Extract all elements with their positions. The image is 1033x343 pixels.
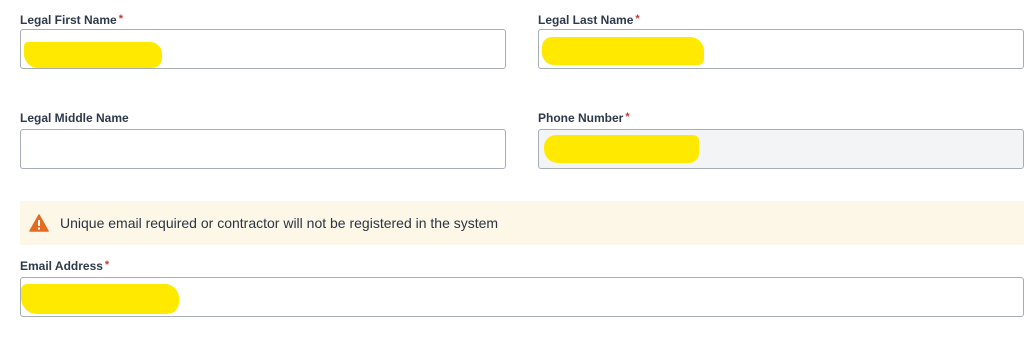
email-field: Email Address *: [20, 258, 1024, 317]
last-name-input[interactable]: [538, 29, 1024, 69]
required-marker: *: [635, 13, 640, 25]
alert-message: Unique email required or contractor will…: [60, 215, 499, 231]
email-input[interactable]: [20, 277, 1024, 317]
contractor-form: Legal First Name * Legal Last Name * Legal…: [0, 0, 1033, 343]
first-name-label-text: Legal First Name: [20, 13, 117, 27]
email-label: Email Address *: [20, 258, 1024, 274]
redaction-mark: [542, 37, 704, 65]
first-name-field: Legal First Name *: [20, 12, 506, 69]
last-name-field: Legal Last Name *: [538, 12, 1024, 69]
middle-name-label: Legal Middle Name: [20, 110, 506, 126]
last-name-label-text: Legal Last Name: [538, 13, 634, 27]
email-warning-alert: Unique email required or contractor will…: [20, 201, 1024, 245]
required-marker: *: [104, 259, 110, 271]
redaction-mark: [544, 135, 699, 163]
first-name-input[interactable]: [20, 29, 506, 69]
middle-name-label-text: Legal Middle Name: [20, 111, 129, 125]
redaction-mark: [21, 284, 179, 314]
first-name-label: Legal First Name *: [20, 12, 506, 28]
last-name-label: Legal Last Name *: [538, 12, 1024, 28]
middle-name-input[interactable]: [20, 129, 506, 169]
phone-label: Phone Number *: [538, 110, 1024, 126]
warning-icon: [29, 214, 49, 232]
required-marker: *: [118, 13, 123, 25]
phone-input[interactable]: [538, 129, 1024, 169]
required-marker: *: [625, 111, 630, 123]
phone-label-text: Phone Number: [538, 111, 624, 125]
email-label-text: Email Address: [20, 259, 103, 273]
redaction-mark: [24, 42, 162, 68]
middle-name-field: Legal Middle Name: [20, 110, 506, 169]
phone-field: Phone Number *: [538, 110, 1024, 169]
